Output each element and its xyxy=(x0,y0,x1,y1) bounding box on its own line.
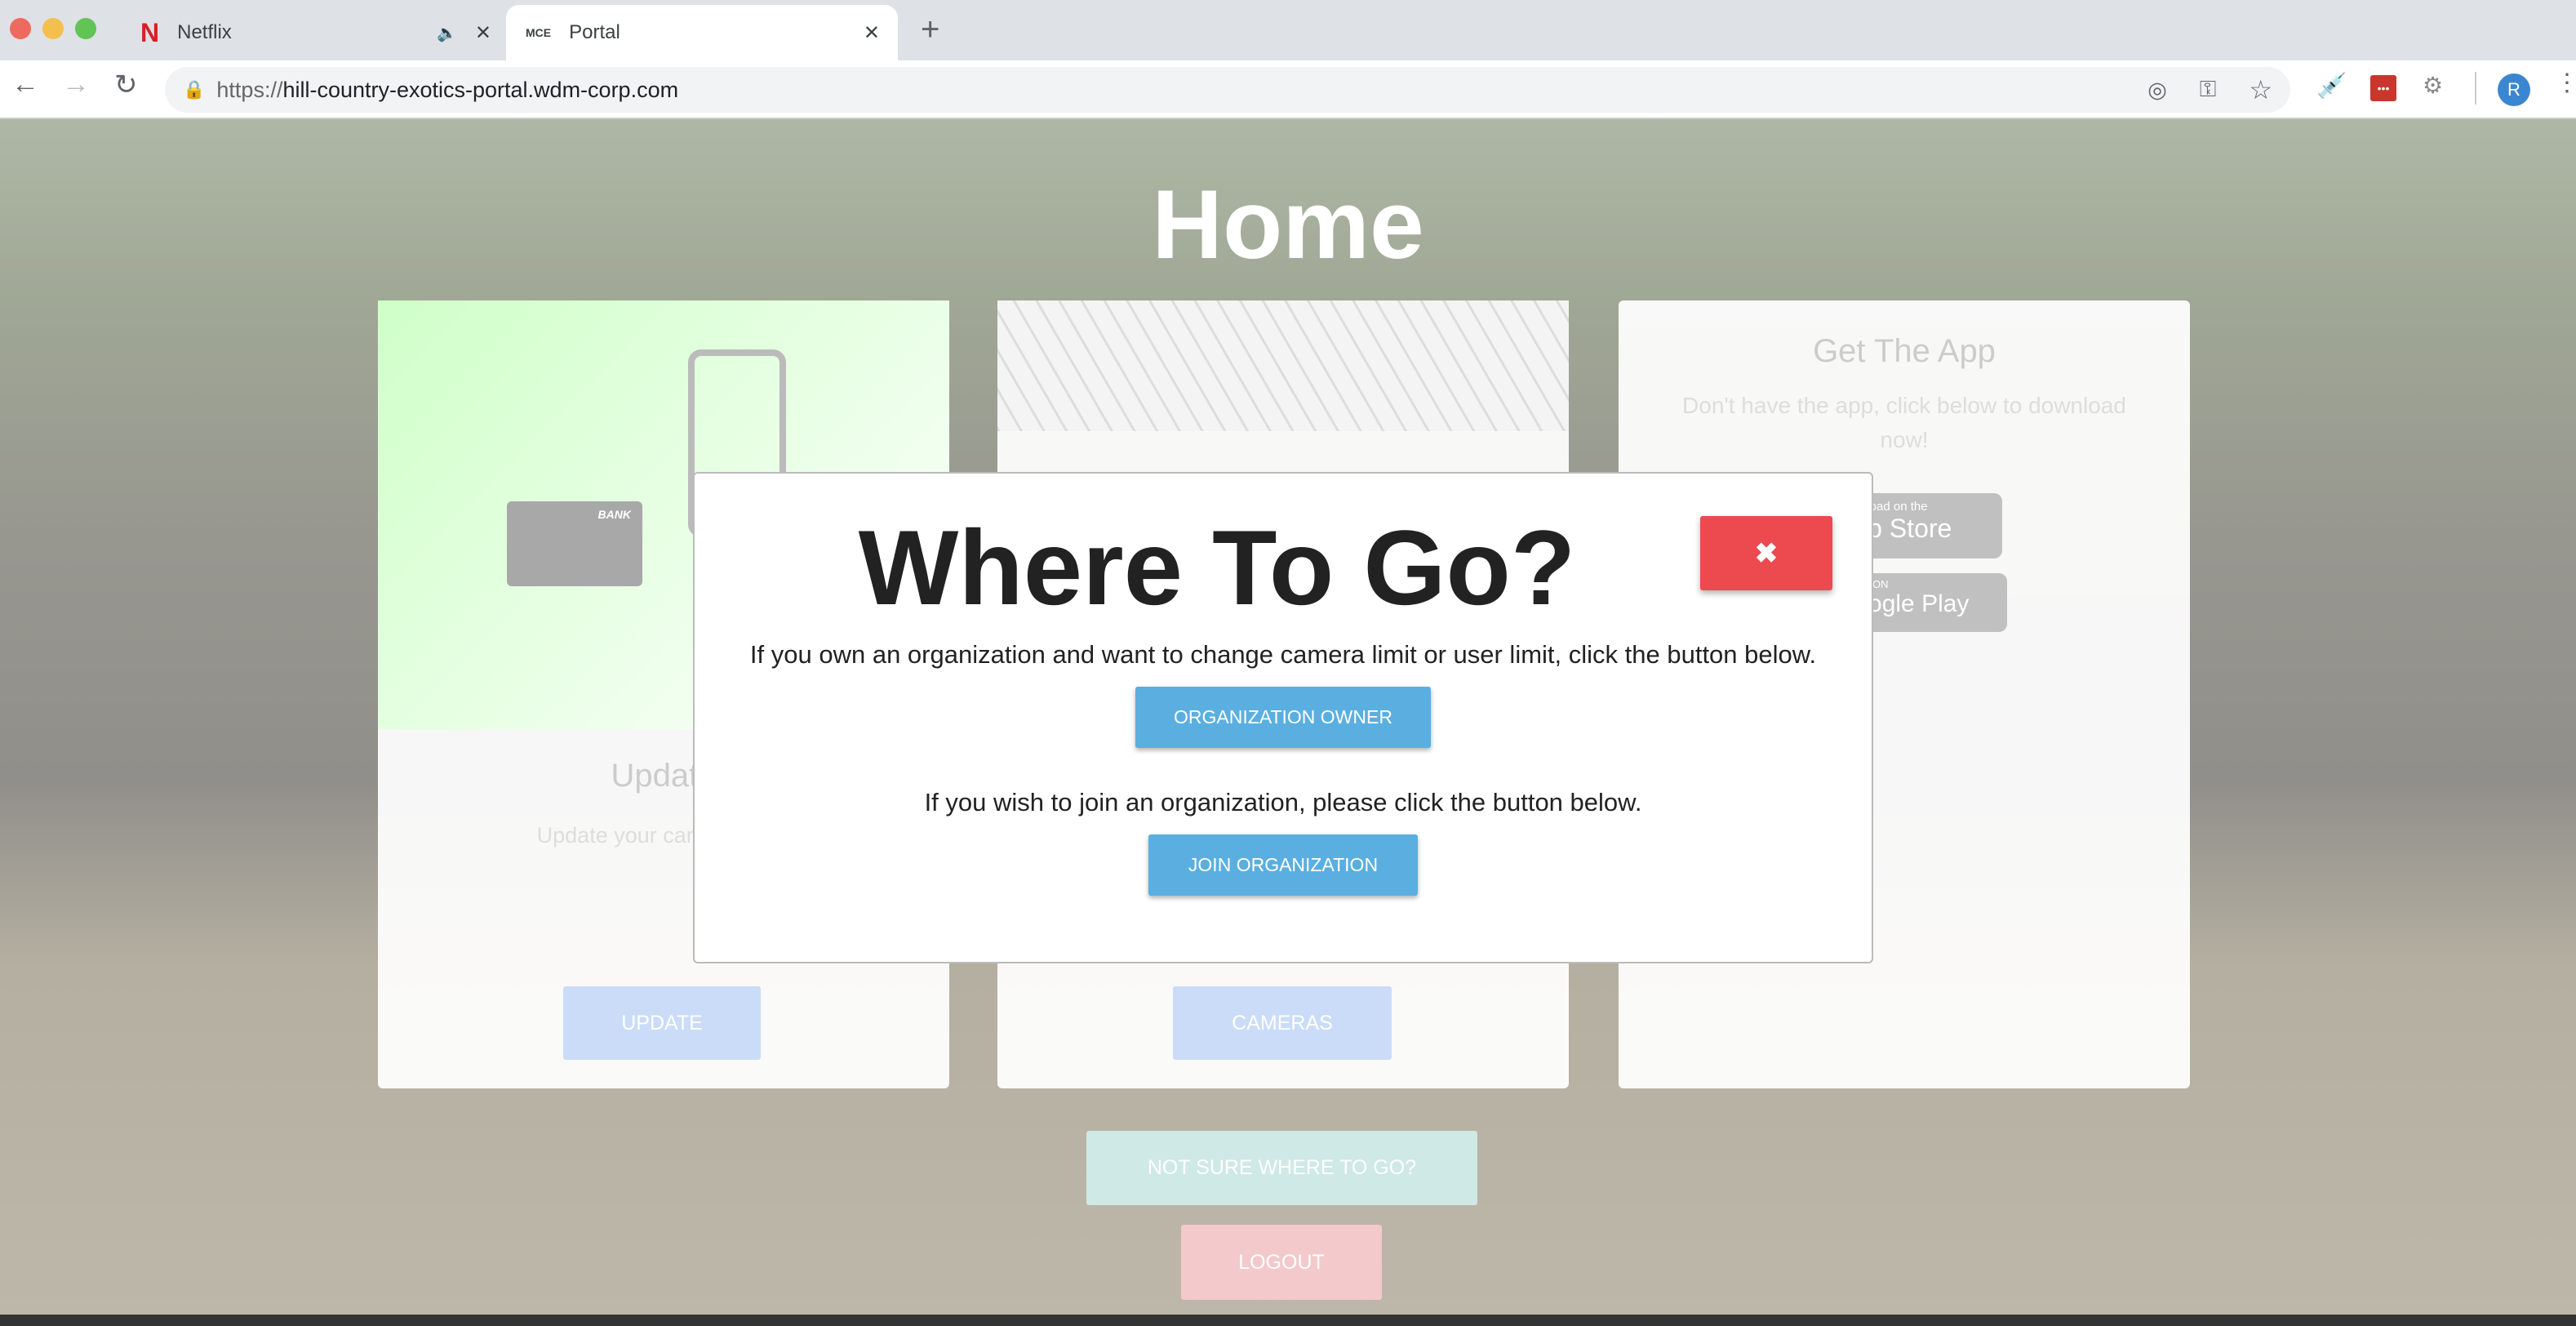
owner-instructions: If you own an organization and want to c… xyxy=(749,640,1817,669)
cameras-button[interactable]: CAMERAS xyxy=(1173,986,1392,1060)
menu-icon[interactable]: ⋮ xyxy=(2555,69,2576,97)
close-window-button[interactable] xyxy=(10,18,31,39)
join-organization-button[interactable]: JOIN ORGANIZATION xyxy=(1148,834,1418,896)
bank-card-icon: BANK xyxy=(507,501,642,586)
star-icon[interactable]: ☆ xyxy=(2249,74,2272,105)
toolbar: ← → ↻ 🔒 https:// hill-country-exotics-po… xyxy=(0,60,2576,119)
logout-button[interactable]: LOGOUT xyxy=(1181,1225,1382,1300)
lastpass-extension-icon[interactable]: ••• xyxy=(2370,75,2396,101)
url-host: hill-country-exotics-portal.wdm-corp.com xyxy=(282,77,679,102)
cameras-card-image xyxy=(997,300,1569,431)
tab-bar: N Netflix 🔈 ✕ MCE Portal ✕ + xyxy=(0,0,2576,60)
bottom-bar xyxy=(0,1315,2576,1326)
card-text: Don't have the app, click below to downl… xyxy=(1682,393,2126,452)
tab-netflix[interactable]: N Netflix 🔈 ✕ xyxy=(131,5,506,60)
address-bar[interactable]: 🔒 https:// hill-country-exotics-portal.w… xyxy=(165,67,2290,113)
card-title: Get The App xyxy=(1813,333,1996,369)
tab-portal[interactable]: MCE Portal ✕ xyxy=(506,5,898,60)
key-icon[interactable]: ⚿ xyxy=(2200,77,2217,103)
location-icon[interactable]: ◎ xyxy=(2147,78,2167,103)
maximize-window-button[interactable] xyxy=(75,18,96,39)
mce-favicon: MCE xyxy=(526,26,552,39)
netflix-icon: N xyxy=(140,17,160,47)
organization-owner-button[interactable]: ORGANIZATION OWNER xyxy=(1135,687,1431,748)
close-tab-icon[interactable]: ✕ xyxy=(864,21,880,45)
modal-title: Where To Go? xyxy=(858,508,1576,627)
close-button[interactable]: ✖ xyxy=(1700,516,1832,590)
where-to-go-modal: Where To Go? ✖ If you own an organizatio… xyxy=(693,472,1873,963)
tab-title: Portal xyxy=(569,21,620,43)
back-icon[interactable]: ← xyxy=(11,69,39,100)
extension-icon[interactable]: ⚙ xyxy=(2423,72,2443,99)
speaker-icon[interactable]: 🔈 xyxy=(437,23,457,43)
not-sure-button[interactable]: NOT SURE WHERE TO GO? xyxy=(1086,1131,1477,1205)
forward-icon[interactable]: → xyxy=(62,69,90,100)
eyedropper-extension-icon[interactable]: 💉 xyxy=(2316,72,2347,100)
tab-title: Netflix xyxy=(177,21,232,43)
divider xyxy=(2475,72,2476,105)
url-scheme: https:// xyxy=(216,77,283,102)
minimize-window-button[interactable] xyxy=(42,18,64,39)
join-instructions: If you wish to join an organization, ple… xyxy=(924,788,1642,817)
new-tab-button[interactable]: + xyxy=(921,11,939,48)
reload-icon[interactable]: ↻ xyxy=(114,69,138,101)
page-title: Home xyxy=(1152,170,1424,279)
lock-icon: 🔒 xyxy=(183,79,206,100)
close-tab-icon[interactable]: ✕ xyxy=(475,21,491,45)
update-button[interactable]: UPDATE xyxy=(563,986,761,1060)
profile-avatar[interactable]: R xyxy=(2498,73,2530,106)
